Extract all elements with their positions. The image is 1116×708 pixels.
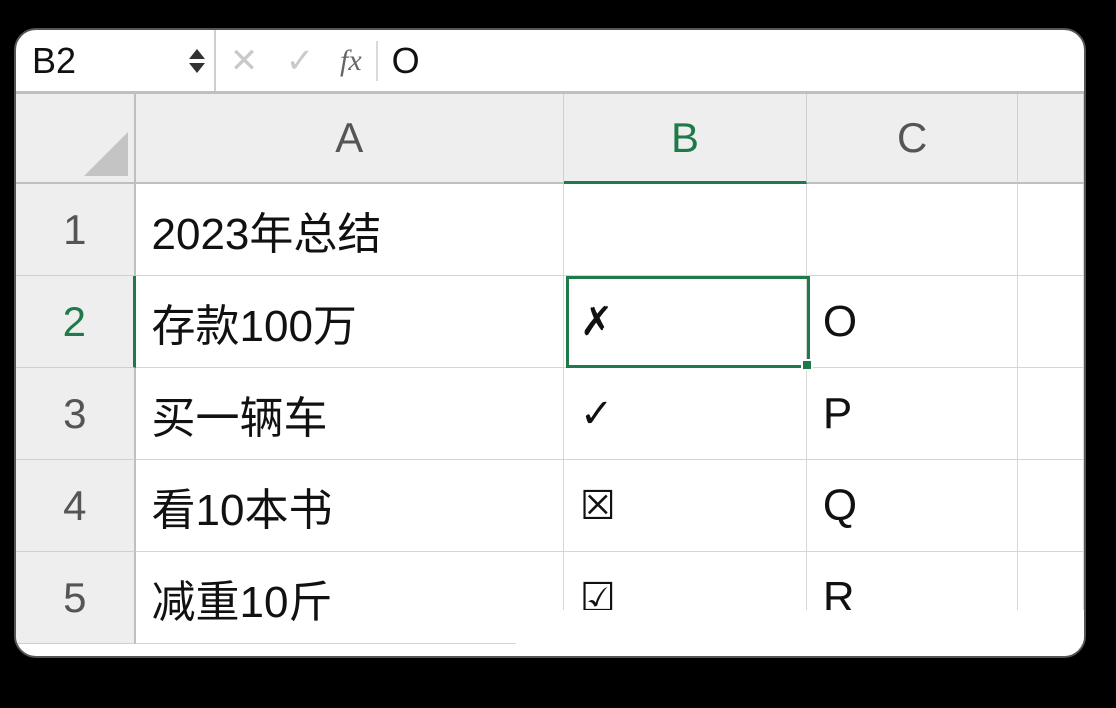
- row-3: 3 买一辆车 ✓ P: [16, 368, 1084, 460]
- cell-B2[interactable]: ✗: [564, 276, 807, 368]
- sheet-grid: A B C 1 2023年总结 2 存款100万 ✗ O 3 买一辆车 ✓ P: [16, 94, 1084, 644]
- namebox-container: [18, 30, 216, 91]
- row-header-3[interactable]: 3: [16, 368, 136, 460]
- row-2: 2 存款100万 ✗ O: [16, 276, 1084, 368]
- row-header-4[interactable]: 4: [16, 460, 136, 552]
- column-header-C[interactable]: C: [807, 94, 1018, 184]
- confirm-edit-button[interactable]: ✓: [272, 41, 328, 81]
- x-icon: ✕: [230, 41, 259, 81]
- column-header-A[interactable]: A: [136, 94, 564, 184]
- cell-B1[interactable]: [564, 184, 807, 276]
- row-header-5[interactable]: 5: [16, 552, 136, 644]
- bottom-fade: [516, 610, 1084, 656]
- select-all-corner[interactable]: [16, 94, 136, 184]
- formula-bar: ✕ ✓ fx: [16, 30, 1084, 94]
- cell-D2[interactable]: [1018, 276, 1084, 368]
- cell-D3[interactable]: [1018, 368, 1084, 460]
- cell-A1[interactable]: 2023年总结: [136, 184, 564, 276]
- chevron-up-icon: [188, 48, 206, 60]
- cell-B3[interactable]: ✓: [564, 368, 807, 460]
- row-4: 4 看10本书 ☒ Q: [16, 460, 1084, 552]
- column-header-B[interactable]: B: [564, 94, 807, 184]
- chevron-down-icon: [188, 62, 206, 74]
- cancel-edit-button[interactable]: ✕: [216, 41, 272, 81]
- cell-D1[interactable]: [1018, 184, 1084, 276]
- cell-A5[interactable]: 减重10斤: [136, 552, 564, 644]
- formula-input[interactable]: [380, 40, 1082, 82]
- column-header-extra[interactable]: [1018, 94, 1084, 184]
- cell-A3[interactable]: 买一辆车: [136, 368, 564, 460]
- cell-A4[interactable]: 看10本书: [136, 460, 564, 552]
- row-header-2[interactable]: 2: [16, 276, 136, 368]
- row-header-1[interactable]: 1: [16, 184, 136, 276]
- cell-C3[interactable]: P: [807, 368, 1018, 460]
- fx-label[interactable]: fx: [328, 44, 374, 78]
- cell-C4[interactable]: Q: [807, 460, 1018, 552]
- name-box-input[interactable]: [32, 40, 182, 82]
- cell-C1[interactable]: [807, 184, 1018, 276]
- row-1: 1 2023年总结: [16, 184, 1084, 276]
- namebox-stepper[interactable]: [188, 48, 206, 74]
- cell-C2[interactable]: O: [807, 276, 1018, 368]
- check-icon: ✓: [286, 41, 315, 81]
- cell-B4[interactable]: ☒: [564, 460, 807, 552]
- cell-D4[interactable]: [1018, 460, 1084, 552]
- spreadsheet-window: ✕ ✓ fx A B C 1 2023年总结 2 存款100万: [14, 28, 1086, 658]
- separator: [376, 41, 378, 81]
- column-header-row: A B C: [16, 94, 1084, 184]
- cell-A2[interactable]: 存款100万: [136, 276, 564, 368]
